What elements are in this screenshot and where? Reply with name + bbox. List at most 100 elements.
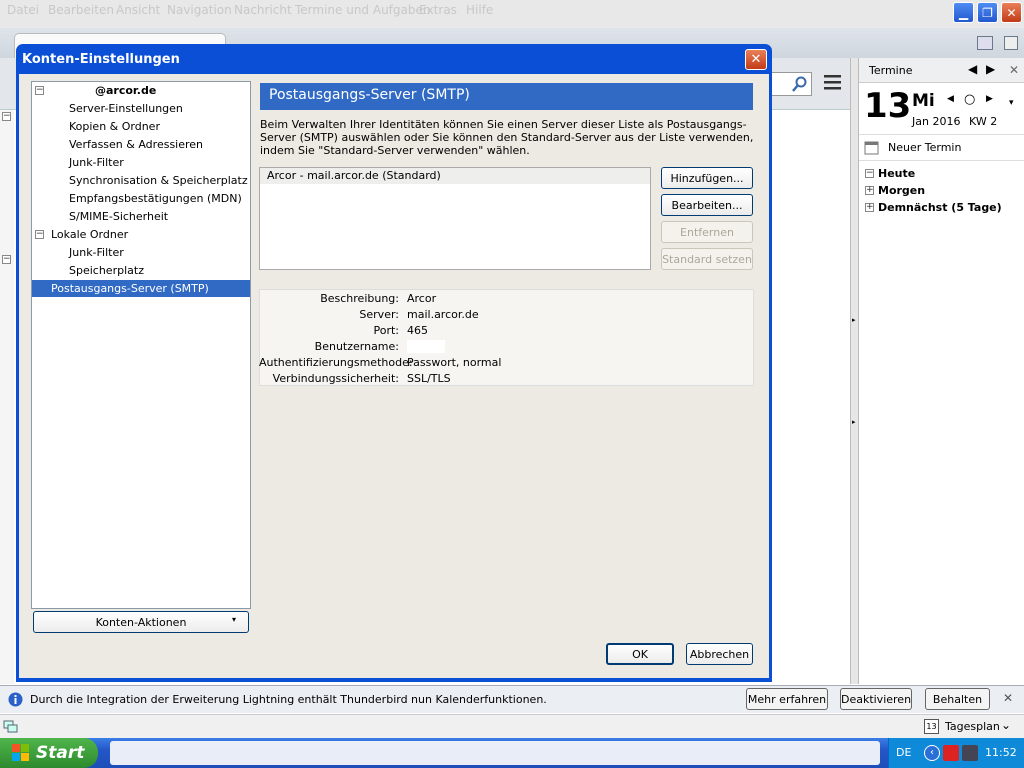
next-day-icon[interactable]: ▶	[986, 94, 993, 104]
tree-item-smime[interactable]: S/MIME-Sicherheit	[69, 210, 168, 223]
tree-local-folders[interactable]: Lokale Ordner	[51, 228, 128, 241]
edit-button[interactable]: Bearbeiten...	[661, 194, 753, 216]
next-arrow-icon[interactable]: ▶	[986, 62, 995, 76]
menu-datei[interactable]: Datei	[7, 3, 39, 17]
collapse-icon[interactable]: −	[2, 112, 11, 121]
remove-button[interactable]: Entfernen	[661, 221, 753, 243]
expand-icon[interactable]: +	[865, 186, 874, 195]
smtp-server-row[interactable]: Arcor - mail.arcor.de (Standard)	[260, 168, 650, 184]
detail-label-description: Beschreibung:	[320, 292, 399, 305]
menu-bar: Datei Bearbeiten Ansicht Navigation Nach…	[0, 0, 1024, 28]
info-icon	[8, 692, 23, 707]
language-indicator[interactable]: DE	[896, 746, 911, 759]
detail-value-port: 465	[407, 324, 428, 337]
today-pane-title: Termine	[869, 64, 913, 77]
taskbar-buttons-redacted	[110, 741, 880, 765]
folder-pane-edge: − −	[0, 110, 14, 684]
detail-value-security: SSL/TLS	[407, 372, 451, 385]
dialog-title: Konten-Einstellungen	[22, 52, 180, 67]
app-menu-icon[interactable]	[824, 74, 841, 90]
detail-label-server: Server:	[359, 308, 399, 321]
set-default-button[interactable]: Standard setzen	[661, 248, 753, 270]
clock: 11:52	[985, 746, 1017, 759]
detail-label-security: Verbindungssicherheit:	[272, 372, 399, 385]
today-month-year: Jan 2016	[912, 115, 961, 128]
menu-bearbeiten[interactable]: Bearbeiten	[48, 3, 114, 17]
notification-text: Durch die Integration der Erweiterung Li…	[30, 693, 547, 706]
window-close-button[interactable]: ✕	[1001, 2, 1022, 23]
section-heute[interactable]: Heute	[878, 167, 915, 180]
sidebar-splitter[interactable]: ▸ ▸	[850, 58, 858, 684]
antivirus-icon[interactable]	[943, 745, 959, 761]
restore-button[interactable]: ❐	[977, 2, 998, 23]
tree-item-composition[interactable]: Verfassen & Adressieren	[69, 138, 203, 151]
learn-more-button[interactable]: Mehr erfahren	[746, 688, 828, 710]
menu-hilfe[interactable]: Hilfe	[466, 3, 493, 17]
collapse-icon[interactable]: −	[2, 255, 11, 264]
tree-item-smtp[interactable]: Postausgangs-Server (SMTP)	[51, 282, 209, 295]
tree-account[interactable]: @arcor.de	[95, 84, 156, 97]
collapse-icon[interactable]: −	[865, 169, 874, 178]
splitter-arrow-icon: ▸	[852, 418, 856, 426]
dropdown-icon[interactable]: ▾	[1009, 98, 1014, 108]
tree-item-disk-space[interactable]: Speicherplatz	[69, 264, 144, 277]
detail-value-auth: Passwort, normal	[407, 356, 502, 369]
tree-item-sync[interactable]: Synchronisation & Speicherplatz	[69, 174, 248, 187]
calendar-icon	[864, 141, 879, 155]
today-pane: Termine ◀ ▶ ✕ 13 Mi ◀ ○ ▶ ▾ Jan 2016 KW …	[858, 58, 1024, 684]
tree-item-receipts[interactable]: Empfangsbestätigungen (MDN)	[69, 192, 242, 205]
deactivate-button[interactable]: Deaktivieren	[840, 688, 912, 710]
tree-item-copies-folders[interactable]: Kopien & Ordner	[69, 120, 160, 133]
network-icon[interactable]	[962, 745, 978, 761]
today-circle-icon[interactable]: ○	[964, 92, 975, 107]
prev-day-icon[interactable]: ◀	[947, 94, 954, 104]
chevron-down-icon[interactable]: ⌄	[1001, 718, 1011, 732]
offline-status-icon[interactable]	[3, 719, 18, 734]
today-day-number: 13	[864, 86, 912, 126]
collapse-icon[interactable]: −	[35, 230, 44, 239]
menu-extras[interactable]: Extras	[419, 3, 457, 17]
ok-button[interactable]: OK	[606, 643, 674, 665]
search-icon	[792, 76, 807, 92]
close-icon[interactable]: ✕	[1003, 691, 1013, 705]
section-morgen[interactable]: Morgen	[878, 184, 925, 197]
menu-nachricht[interactable]: Nachricht	[234, 3, 292, 17]
calendar-view-icon[interactable]	[977, 36, 993, 50]
add-button[interactable]: Hinzufügen...	[661, 167, 753, 189]
close-icon[interactable]: ✕	[1009, 63, 1019, 77]
start-label: Start	[36, 743, 85, 763]
section-demnaechst[interactable]: Demnächst (5 Tage)	[878, 201, 1002, 214]
start-button[interactable]: Start	[0, 738, 98, 768]
cancel-button[interactable]: Abbrechen	[686, 643, 753, 665]
detail-label-username: Benutzername:	[314, 340, 399, 353]
detail-value-server: mail.arcor.de	[407, 308, 479, 321]
new-event-row[interactable]: Neuer Termin	[859, 134, 1024, 161]
new-event-label: Neuer Termin	[888, 141, 962, 154]
dialog-close-button[interactable]: ✕	[745, 49, 767, 70]
back-arrow-icon[interactable]: ‹	[924, 745, 940, 761]
minimize-button[interactable]: ▁	[953, 2, 974, 23]
system-tray: DE ‹ 11:52	[888, 738, 1024, 768]
tree-item-server-settings[interactable]: Server-Einstellungen	[69, 102, 183, 115]
account-actions-label: Konten-Aktionen	[95, 615, 187, 629]
keep-button[interactable]: Behalten	[925, 688, 990, 710]
detail-value-description: Arcor	[407, 292, 437, 305]
collapse-icon[interactable]: −	[35, 86, 44, 95]
prev-arrow-icon[interactable]: ◀	[968, 62, 977, 76]
today-weekday: Mi	[912, 91, 935, 111]
menu-navigation[interactable]: Navigation	[167, 3, 232, 17]
dropdown-arrow-icon: ▾	[232, 615, 237, 624]
expand-icon[interactable]: +	[865, 203, 874, 212]
status-bar: 13 Tagesplan ⌄	[0, 714, 1024, 738]
detail-label-auth: Authentifizierungsmethode:	[259, 356, 413, 369]
account-actions-button[interactable]: Konten-Aktionen ▾	[33, 611, 249, 633]
menu-termine[interactable]: Termine und Aufgaben	[295, 3, 430, 17]
tasks-view-icon[interactable]	[1004, 36, 1018, 50]
today-pane-toggle-label[interactable]: Tagesplan	[945, 720, 1000, 733]
page-header: Postausgangs-Server (SMTP)	[260, 83, 753, 110]
tree-item-local-junk[interactable]: Junk-Filter	[69, 246, 124, 259]
menu-ansicht[interactable]: Ansicht	[116, 3, 160, 17]
today-pane-icon: 13	[924, 719, 939, 734]
tree-item-junk[interactable]: Junk-Filter	[69, 156, 124, 169]
account-tree	[31, 81, 251, 609]
